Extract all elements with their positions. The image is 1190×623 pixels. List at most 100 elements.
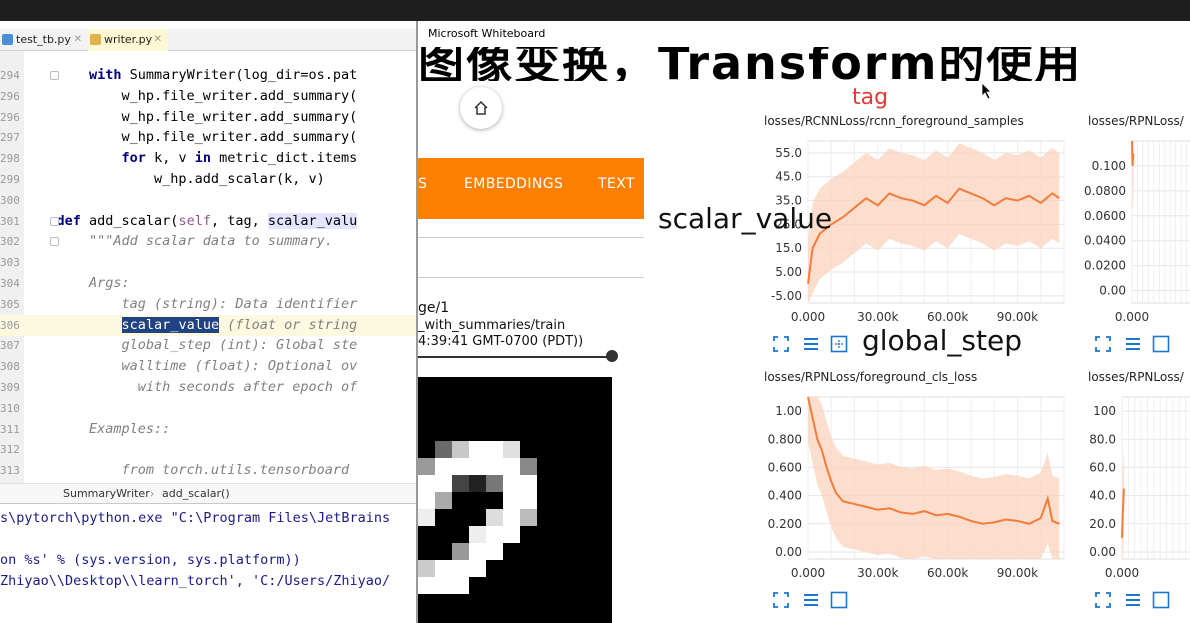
mnist-pixel bbox=[486, 441, 503, 458]
code-text: Examples:: bbox=[24, 420, 171, 437]
mnist-pixel bbox=[452, 441, 469, 458]
code-line[interactable]: 304 Args: bbox=[0, 273, 416, 294]
mnist-pixel bbox=[486, 526, 503, 543]
code-line[interactable]: 296 w_hp.file_writer.add_summary( bbox=[0, 107, 416, 128]
line-number: 299 bbox=[0, 173, 20, 186]
mnist-image bbox=[418, 377, 612, 623]
code-line[interactable]: 311 Examples:: bbox=[0, 419, 416, 440]
chart-rpnloss-1[interactable]: 0.100 0.0800 0.0600 0.0400 0.0200 0.00 0.000 bbox=[1068, 131, 1190, 331]
mnist-pixel bbox=[452, 475, 469, 492]
breadcrumb-class[interactable]: SummaryWriter bbox=[63, 487, 150, 500]
line-number: 303 bbox=[0, 256, 20, 270]
code-text: Args: bbox=[24, 275, 130, 291]
console-line: Zhiyao\\Desktop\\learn_torch', 'C:/Users… bbox=[0, 573, 391, 589]
mnist-pixel bbox=[435, 475, 452, 492]
code-line[interactable]: 296 w_hp.file_writer.add_summary( bbox=[0, 86, 416, 107]
tab-images[interactable]: S bbox=[418, 176, 427, 192]
x-tick-label: 0.000 bbox=[1115, 310, 1149, 324]
tab-embeddings[interactable]: EMBEDDINGS bbox=[464, 176, 563, 192]
code-text: walltime (float): Optional ov bbox=[24, 358, 358, 375]
console-line: on %s' % (sys.version, sys.platform)) bbox=[0, 552, 301, 568]
list-icon[interactable] bbox=[802, 335, 820, 353]
mnist-pixel bbox=[418, 475, 435, 492]
list-icon[interactable] bbox=[802, 591, 820, 609]
expand-icon[interactable] bbox=[772, 591, 790, 609]
code-line[interactable]: 312 bbox=[0, 439, 416, 460]
line-number: 307 bbox=[0, 339, 20, 353]
code-line[interactable]: 306 scalar_value (float or string bbox=[0, 314, 416, 336]
mnist-pixel bbox=[452, 458, 469, 475]
fit-domain-icon[interactable] bbox=[830, 335, 848, 353]
home-icon bbox=[474, 100, 488, 115]
tab-test-tb[interactable]: test_tb.py ✕ bbox=[0, 29, 88, 51]
home-button[interactable] bbox=[460, 87, 502, 129]
expand-icon[interactable] bbox=[1094, 591, 1112, 609]
code-text: """Add scalar data to summary. bbox=[24, 233, 333, 250]
list-icon[interactable] bbox=[1124, 591, 1142, 609]
expand-icon[interactable] bbox=[772, 335, 790, 353]
fold-marker-icon[interactable] bbox=[50, 71, 59, 80]
y-tick-label: 80.0 bbox=[1089, 432, 1116, 446]
chart-rpnloss-2[interactable]: 100 80.0 60.0 40.0 20.0 0.00 0.000 bbox=[1068, 387, 1190, 587]
tab-writer[interactable]: writer.py ✕ bbox=[88, 29, 168, 51]
breadcrumb-method[interactable]: add_scalar() bbox=[162, 487, 230, 500]
mnist-pixel bbox=[452, 543, 469, 560]
fold-marker-icon[interactable] bbox=[50, 216, 59, 226]
run-console[interactable]: s\pytorch\python.exe "C:\Program Files\J… bbox=[0, 503, 416, 623]
tab-label: writer.py bbox=[104, 33, 153, 46]
image-card-run: _with_summaries/train bbox=[418, 318, 566, 333]
mnist-pixel bbox=[418, 458, 435, 475]
code-line[interactable]: 302 """Add scalar data to summary. bbox=[0, 231, 416, 252]
code-line[interactable]: 309 with seconds after epoch of bbox=[0, 377, 416, 398]
code-line[interactable]: 301 def add_scalar(self, tag, scalar_val… bbox=[0, 211, 416, 232]
code-line[interactable]: 310 bbox=[0, 398, 416, 419]
fit-domain-icon[interactable] bbox=[1152, 591, 1170, 609]
fit-domain-icon[interactable] bbox=[1152, 335, 1170, 353]
code-line[interactable]: 298 for k, v in metric_dict.items bbox=[0, 148, 416, 169]
line-number: 298 bbox=[0, 152, 20, 166]
code-line[interactable]: 305 tag (string): Data identifier bbox=[0, 294, 416, 315]
code-line[interactable]: 294 with SummaryWriter(log_dir=os.pat bbox=[0, 65, 416, 86]
tab-text[interactable]: TEXT bbox=[598, 176, 635, 192]
code-text: from torch.utils.tensorboard bbox=[24, 462, 358, 479]
mnist-pixel bbox=[435, 492, 452, 509]
chart-controls bbox=[772, 335, 852, 353]
x-tick-label: 0.000 bbox=[791, 310, 825, 324]
code-text: w_hp.file_writer.add_summary( bbox=[24, 87, 358, 104]
fold-marker-icon[interactable] bbox=[50, 237, 59, 247]
mnist-pixel bbox=[520, 492, 537, 509]
code-line[interactable]: 299 w_hp.add_scalar(k, v) bbox=[0, 169, 416, 190]
plot-area bbox=[1121, 396, 1190, 560]
annotation-tag: tag bbox=[852, 85, 889, 110]
y-tick-label: 0.0400 bbox=[1084, 234, 1126, 248]
code-line[interactable]: 303 bbox=[0, 252, 416, 273]
code-line[interactable]: 308 walltime (float): Optional ov bbox=[0, 356, 416, 377]
code-line[interactable]: 313 from torch.utils.tensorboard bbox=[0, 460, 416, 481]
chart-foreground-cls-loss[interactable]: 1.00 0.800 0.600 0.400 0.200 0.00 0.000 30.00k 6… bbox=[748, 387, 1078, 587]
line-number: 300 bbox=[0, 193, 20, 207]
code-line[interactable]: 297 w_hp.file_writer.add_summary( bbox=[0, 127, 416, 148]
mnist-pixel bbox=[503, 458, 520, 475]
mnist-pixel bbox=[486, 543, 503, 560]
expand-icon[interactable] bbox=[1094, 335, 1112, 353]
heading-text: 图像变换，Transform的使用 bbox=[418, 41, 1083, 81]
close-icon[interactable]: ✕ bbox=[74, 29, 82, 50]
code-line[interactable]: 300 bbox=[0, 190, 416, 211]
x-tick-label: 90.00k bbox=[997, 310, 1038, 324]
line-number: 297 bbox=[0, 131, 20, 145]
line-number: 294 bbox=[0, 69, 20, 82]
x-tick-label: 30.00k bbox=[857, 310, 898, 324]
list-icon[interactable] bbox=[1124, 335, 1142, 353]
code-line[interactable]: 307 global_step (int): Global ste bbox=[0, 335, 416, 356]
mnist-pixel bbox=[418, 577, 435, 594]
step-slider-track[interactable] bbox=[418, 356, 613, 358]
code-text: global_step (int): Global ste bbox=[24, 337, 358, 354]
y-tick-label: 0.200 bbox=[768, 517, 802, 531]
y-tick-label: 0.0600 bbox=[1084, 209, 1126, 223]
step-slider-handle[interactable] bbox=[606, 350, 618, 362]
fit-domain-icon[interactable] bbox=[830, 591, 848, 609]
mnist-pixel bbox=[418, 560, 435, 577]
close-icon[interactable]: ✕ bbox=[154, 29, 162, 50]
line-number: 296 bbox=[0, 89, 20, 103]
line-number: 304 bbox=[0, 277, 20, 290]
